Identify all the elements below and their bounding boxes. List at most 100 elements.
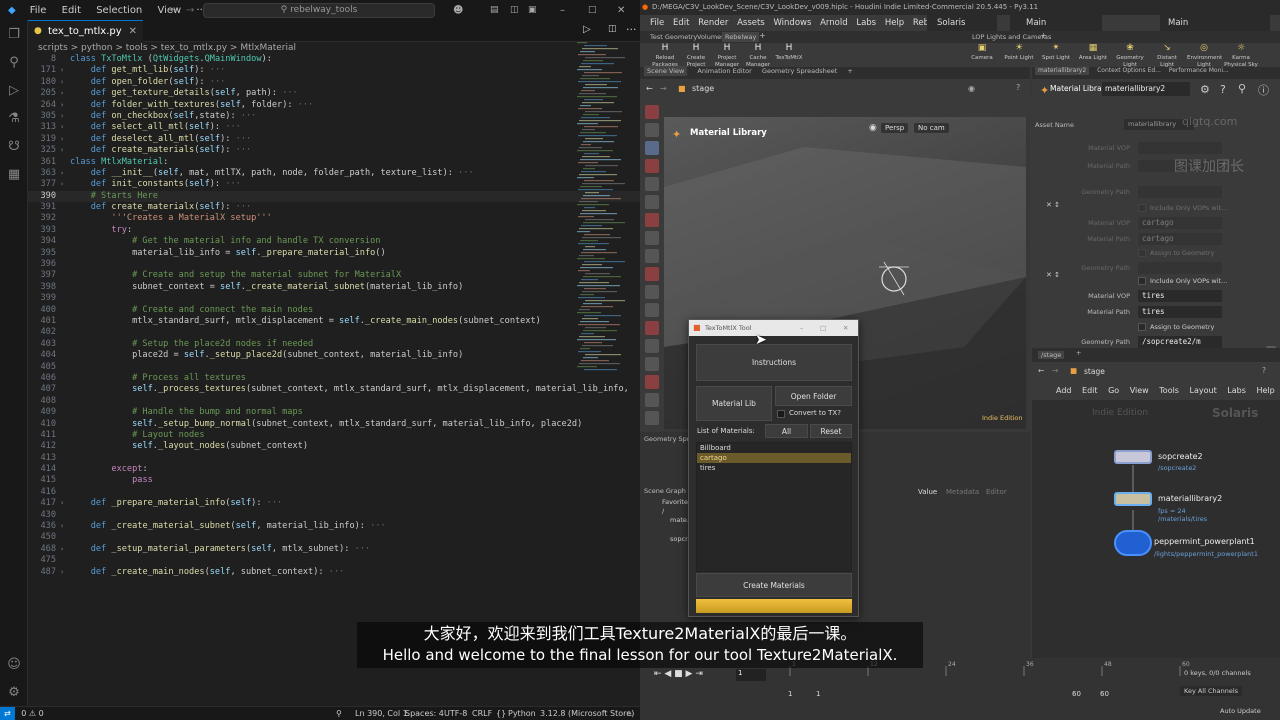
code-line[interactable]: 391 def create_materialx(self): ··· <box>28 202 640 213</box>
search-icon[interactable]: ⚲ <box>1238 82 1246 95</box>
back-arrow-icon[interactable]: ← <box>1038 366 1044 375</box>
h-menu-edit[interactable]: Edit <box>673 18 689 28</box>
minimap[interactable] <box>575 42 625 392</box>
code-line[interactable]: 410 self._setup_bump_normal(subnet_conte… <box>28 419 640 430</box>
network-path[interactable]: stage <box>1084 367 1105 376</box>
viewport-tool-icon[interactable] <box>645 231 659 245</box>
code-line[interactable]: 405 <box>28 362 640 373</box>
code-line[interactable]: 487 › def _create_main_nodes(self, subnet… <box>28 567 640 578</box>
fold-chevron-icon[interactable]: › <box>60 521 64 532</box>
h-menu-render[interactable]: Render <box>698 18 728 28</box>
fold-chevron-icon[interactable]: › <box>60 65 64 76</box>
h-menu-file[interactable]: File <box>650 18 664 28</box>
node-sopcreate2[interactable] <box>1114 450 1152 464</box>
language-mode[interactable]: Python <box>508 707 536 720</box>
layout-icon[interactable]: ▤ <box>490 5 499 15</box>
settings-gear-icon[interactable]: ⚙ <box>1200 83 1210 96</box>
play-controls[interactable]: ⇤ ◀ ■ ▶ ⇥ <box>654 669 703 679</box>
code-line[interactable]: 319 › def deselect_all_mtl(self): ··· <box>28 134 640 145</box>
copilot-icon[interactable]: ☻ <box>453 5 463 16</box>
net-menu-edit[interactable]: Edit <box>1082 386 1098 395</box>
code-line[interactable]: 305 › def on_checkbox(self,state): ··· <box>28 111 640 122</box>
code-line[interactable]: 313 › def select_all_mtl(self): ··· <box>28 122 640 133</box>
net-menu-view[interactable]: View <box>1130 386 1149 395</box>
info-icon[interactable]: ⓘ <box>1258 82 1269 98</box>
shelf-tool[interactable]: H Cache Manager <box>741 44 775 69</box>
net-menu-layout[interactable]: Layout <box>1190 386 1217 395</box>
range-start-field[interactable]: 1 <box>788 690 792 698</box>
zoom-icon[interactable]: ⚲ <box>336 707 342 720</box>
settings-gear-icon[interactable]: ⚙ <box>0 678 28 706</box>
dialog-maximize-icon[interactable]: □ <box>820 320 826 336</box>
viewport-tool-icon[interactable] <box>645 303 659 317</box>
code-line[interactable]: 398 subnet_context = self._create_materi… <box>28 282 640 293</box>
net-menu-go[interactable]: Go <box>1108 386 1119 395</box>
shelf-add-icon-2[interactable]: + <box>1040 31 1047 40</box>
parameter-field[interactable]: tires <box>1138 290 1222 302</box>
multiparm-remove-icon[interactable]: ✕ ↕ <box>1046 271 1060 279</box>
code-line[interactable]: 390 # Starts Here <box>28 190 640 203</box>
tab-context-options[interactable]: Context Options Ed... <box>1097 67 1161 74</box>
file-encoding[interactable]: UTF-8 <box>444 707 467 720</box>
multiparm-remove-icon[interactable]: ✕ ↕ <box>1046 201 1060 209</box>
viewport-tool-icon[interactable] <box>645 105 659 119</box>
testing-icon[interactable]: ⚗ <box>0 104 28 132</box>
shelf-light-tool[interactable]: ↘ Distant Light <box>1150 44 1184 69</box>
auto-update-menu[interactable]: Auto Update <box>1220 707 1261 715</box>
code-line[interactable]: 403 # Setup the place2d nodes if needed <box>28 339 640 350</box>
viewer-path[interactable]: stage <box>692 84 714 93</box>
parameter-checkbox[interactable] <box>1138 323 1146 331</box>
code-line[interactable]: 402 <box>28 327 640 338</box>
code-line[interactable]: 396 <box>28 259 640 270</box>
code-line[interactable]: 325 › def create_materials(self): ··· <box>28 145 640 156</box>
viewport-tool-icon[interactable] <box>645 213 659 227</box>
maximize-icon[interactable]: □ <box>588 5 597 15</box>
parameter-field[interactable]: /sopcreate2/m <box>1138 336 1222 348</box>
net-menu-add[interactable]: Add <box>1056 386 1072 395</box>
fold-chevron-icon[interactable]: › <box>60 145 64 156</box>
code-line[interactable]: 393 try: <box>28 225 640 236</box>
instructions-button[interactable]: Instructions <box>696 344 852 381</box>
back-arrow-icon[interactable]: ← <box>646 84 653 93</box>
material-list-item[interactable]: tires <box>697 463 851 473</box>
code-line[interactable]: 414 except: <box>28 464 640 475</box>
viewport-tool-icon[interactable] <box>645 285 659 299</box>
run-python-icon[interactable]: ▷ <box>583 24 591 35</box>
run-debug-icon[interactable]: ▷ <box>0 76 28 104</box>
net-menu-labs[interactable]: Labs <box>1227 386 1246 395</box>
parameter-field[interactable]: cartago <box>1138 217 1222 229</box>
nav-back-icon[interactable]: ← <box>170 5 178 16</box>
h-menu-help[interactable]: Help <box>885 18 904 28</box>
parameter-field[interactable] <box>1138 262 1222 274</box>
dialog-minimize-icon[interactable]: – <box>800 320 803 336</box>
shelf-tab-volumes[interactable]: Volumes <box>697 33 725 41</box>
context-dropdown[interactable]: Main <box>1010 15 1102 31</box>
code-line[interactable]: 475 <box>28 555 640 566</box>
pin-icon[interactable]: ◉ <box>968 84 975 93</box>
node-materiallibrary2[interactable] <box>1114 492 1152 506</box>
code-editor[interactable]: 8 class TxToMtlx (QtWidgets.QMainWindow):… <box>28 54 640 706</box>
convert-tx-checkbox[interactable] <box>777 410 785 418</box>
select-all-button[interactable]: All <box>765 424 808 438</box>
range-end-field-2[interactable]: 60 <box>1100 690 1109 698</box>
h-menu-arnold[interactable]: Arnold <box>820 18 848 28</box>
parameter-field[interactable]: cartago <box>1138 233 1222 245</box>
pane-add-icon[interactable]: + <box>847 67 852 75</box>
dialog-close-icon[interactable]: ✕ <box>843 320 848 336</box>
metadata-col-header[interactable]: Metadata <box>946 488 979 496</box>
network-add-tab-icon[interactable]: + <box>1076 349 1081 357</box>
code-line[interactable]: 412 self._layout_nodes(subnet_context) <box>28 441 640 452</box>
code-line[interactable]: 205 › def get_texture_details(self, path)… <box>28 88 640 99</box>
code-line[interactable]: 180 › def open_folder(self): ··· <box>28 77 640 88</box>
split-editor-icon[interactable]: ◫ <box>608 24 617 34</box>
code-line[interactable]: 395 material_lib_info = self._prepare_ma… <box>28 248 640 259</box>
nav-forward-icon[interactable]: → <box>186 5 194 16</box>
python-interpreter[interactable]: 3.12.8 (Microsoft Store) <box>540 707 634 720</box>
close-icon[interactable]: ✕ <box>617 5 625 16</box>
sg-item-root[interactable]: / <box>662 507 664 515</box>
search-sidebar-icon[interactable]: ⚲ <box>0 48 28 76</box>
viewport-tool-icon[interactable] <box>645 357 659 371</box>
net-menu-help[interactable]: Help <box>1256 386 1274 395</box>
cursor-position[interactable]: Ln 390, Col 1 <box>355 707 408 720</box>
range-start-field-2[interactable]: 1 <box>816 690 820 698</box>
